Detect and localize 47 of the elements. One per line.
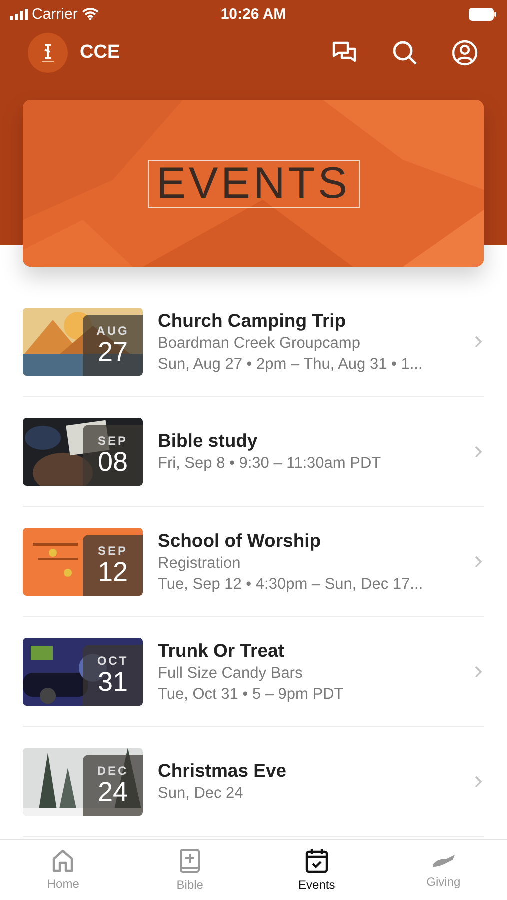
- event-day: 31: [98, 668, 128, 696]
- search-icon[interactable]: [391, 39, 419, 67]
- event-title: School of Worship: [158, 530, 322, 552]
- event-detail: Tue, Oct 31 • 5 – 9pm PDT: [158, 686, 345, 704]
- event-day: 08: [98, 448, 128, 476]
- event-month: AUG: [96, 324, 130, 338]
- event-detail: Boardman Creek Groupcamp: [158, 334, 362, 352]
- event-detail: Sun, Dec 24: [158, 785, 244, 803]
- chevron-icon: [474, 664, 484, 678]
- church-name: CCE: [80, 42, 122, 64]
- church-logo[interactable]: [28, 33, 68, 73]
- chevron-icon: [474, 334, 484, 348]
- status-time: 10:26 AM: [220, 6, 286, 22]
- chevron-icon: [474, 774, 484, 788]
- event-month: SEP: [98, 434, 128, 448]
- event-row[interactable]: SEP 08 Bible study Fri, Sep 8 • 9:30 – 11:30am PDT: [23, 397, 484, 507]
- event-row[interactable]: DEC 24 Christmas Eve Sun, Dec 24: [23, 727, 484, 837]
- event-month: DEC: [97, 764, 129, 778]
- event-day: 27: [98, 338, 128, 366]
- event-title: Christmas Eve: [158, 760, 288, 782]
- profile-icon[interactable]: [451, 39, 479, 67]
- calendar-icon: [304, 848, 329, 874]
- event-detail: Sun, Aug 27 • 2pm – Thu, Aug 31 • 1...: [158, 356, 424, 374]
- event-detail: Registration: [158, 554, 242, 572]
- event-day: 24: [98, 778, 128, 806]
- event-month: OCT: [97, 654, 129, 668]
- book-icon: [179, 848, 202, 874]
- battery-icon: [469, 8, 497, 20]
- chevron-icon: [474, 554, 484, 568]
- tab-item[interactable]: Events: [254, 840, 380, 900]
- event-title: Church Camping Trip: [158, 310, 348, 332]
- carrier-label: Carrier: [32, 6, 78, 22]
- chevron-icon: [474, 444, 484, 458]
- event-detail: Tue, Sep 12 • 4:30pm – Sun, Dec 17...: [158, 576, 424, 594]
- signal-icon: [10, 8, 28, 20]
- event-day: 12: [98, 558, 128, 586]
- event-detail: Fri, Sep 8 • 9:30 – 11:30am PDT: [158, 455, 382, 473]
- event-row[interactable]: AUG 27 Church Camping Trip Boardman Creek Groupcamp Sun, Aug 27 • 2pm – Thu, Aug 31 • 1...: [23, 287, 484, 397]
- home-icon: [52, 849, 74, 873]
- event-title: Trunk Or Treat: [158, 640, 286, 662]
- wifi-icon: [82, 8, 99, 20]
- event-detail: Full Size Candy Bars: [158, 664, 304, 682]
- event-row[interactable]: OCT 31 Trunk Or Treat Full Size Candy Bars Tue, Oct 31 • 5 – 9pm PDT: [23, 617, 484, 727]
- event-row[interactable]: SEP 12 School of Worship Registration Tue, Sep 12 • 4:30pm – Sun, Dec 17...: [23, 507, 484, 617]
- banner-title: EVENTS: [147, 160, 360, 208]
- event-month: SEP: [98, 544, 128, 558]
- event-title: Bible study: [158, 430, 259, 452]
